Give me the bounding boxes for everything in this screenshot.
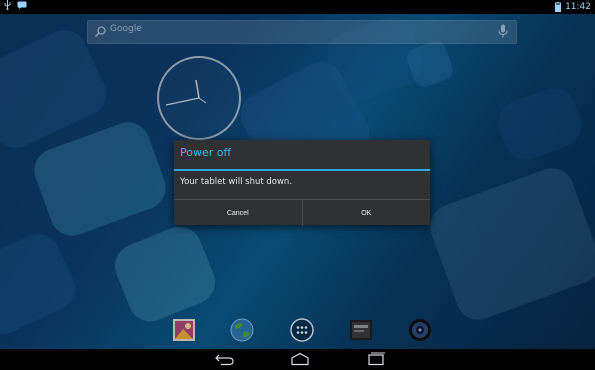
power-off-dialog: Power off Your tablet will shut down. Ca… — [174, 140, 430, 226]
cancel-button[interactable]: Cancel — [174, 200, 302, 226]
back-icon[interactable] — [213, 352, 235, 366]
ok-button[interactable]: OK — [301, 200, 431, 226]
recents-icon[interactable] — [365, 352, 387, 366]
usb-icon — [4, 0, 11, 10]
status-bar: 11:42 — [0, 0, 595, 14]
status-left-icons — [4, 0, 27, 10]
battery-icon — [555, 2, 562, 12]
dialog-title: Power off — [180, 146, 232, 159]
dialog-message: Your tablet will shut down. — [180, 177, 293, 187]
notification-icon — [17, 1, 27, 9]
navigation-bar — [0, 349, 595, 370]
dialog-divider — [174, 169, 430, 171]
status-right: 11:42 — [555, 0, 591, 14]
home-icon[interactable] — [289, 352, 311, 366]
dialog-button-bar: Cancel OK — [174, 199, 430, 226]
status-time: 11:42 — [565, 2, 591, 12]
